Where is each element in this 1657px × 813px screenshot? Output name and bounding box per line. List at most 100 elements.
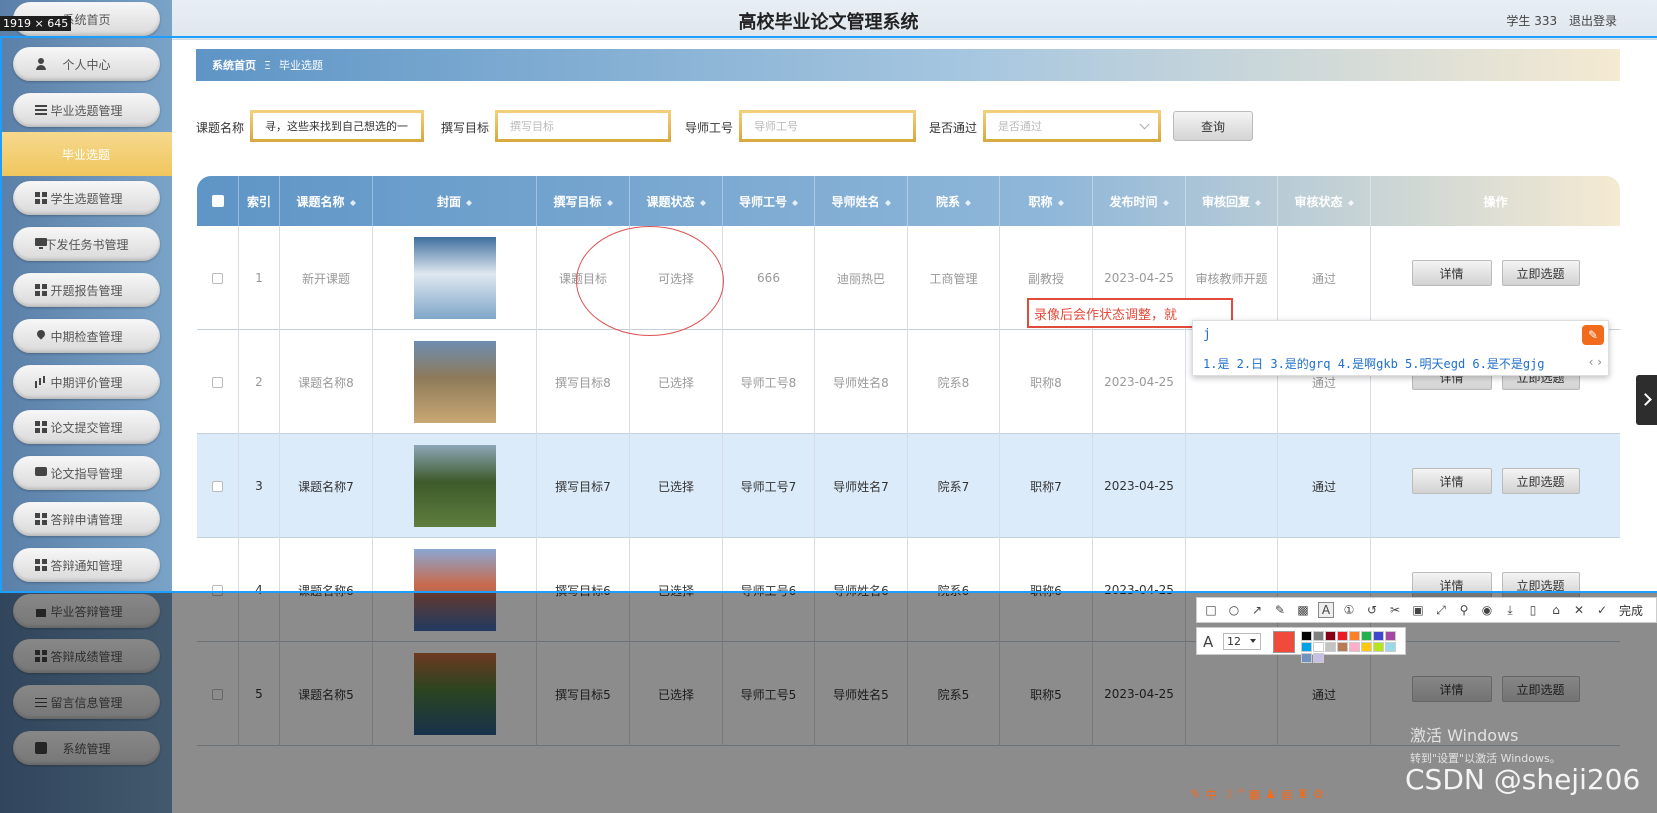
cover-image[interactable] (413, 653, 496, 735)
sort-icon[interactable] (965, 197, 971, 206)
color-swatch[interactable] (1349, 642, 1360, 652)
col-cover[interactable]: 封面 (373, 176, 537, 226)
color-swatch[interactable] (1361, 631, 1372, 641)
color-swatch[interactable] (1385, 631, 1396, 641)
color-swatch[interactable] (1313, 631, 1324, 641)
phone-icon[interactable]: ▯ (1525, 602, 1541, 618)
sidebar-item-student-topic[interactable]: 学生选题管理 (13, 181, 160, 215)
title-input[interactable]: 寻，这些来找到自己想选的一 (250, 110, 424, 142)
col-reply[interactable]: 审核回复 (1186, 176, 1278, 226)
sidebar-item-messages[interactable]: 留言信息管理 (13, 685, 160, 719)
sort-icon[interactable] (1057, 197, 1064, 206)
sort-icon[interactable] (792, 197, 798, 206)
sort-icon[interactable] (699, 197, 706, 206)
text-tool-icon[interactable]: A (1318, 602, 1334, 618)
color-swatch[interactable] (1313, 653, 1324, 663)
row-checkbox[interactable] (212, 376, 223, 388)
select-all-checkbox[interactable] (197, 176, 239, 226)
ellipse-tool-icon[interactable]: ○ (1226, 602, 1242, 618)
arrow-tool-icon[interactable]: ↗ (1249, 602, 1265, 618)
table-row[interactable]: 4课题名称6 撰写目标6已选择导师工号6导师姓名6院系6职称62023-04-25… (197, 538, 1620, 642)
rectangle-tool-icon[interactable]: □ (1203, 602, 1219, 618)
sidebar-item-paper-guide[interactable]: 论文指导管理 (13, 456, 160, 490)
color-swatch[interactable] (1301, 653, 1312, 663)
cover-image[interactable] (413, 237, 496, 319)
color-swatch[interactable] (1385, 642, 1396, 652)
col-tutor-name[interactable]: 导师姓名 (815, 176, 908, 226)
detail-button[interactable]: 详情 (1411, 676, 1492, 702)
pen-tool-icon[interactable]: ✎ (1272, 602, 1288, 618)
mosaic-tool-icon[interactable]: ▩ (1295, 602, 1311, 618)
col-date[interactable]: 发布时间 (1093, 176, 1186, 226)
undo-icon[interactable]: ↺ (1364, 602, 1380, 618)
font-size-select[interactable]: 12 (1223, 633, 1261, 650)
cover-image[interactable] (413, 445, 496, 527)
keyboard-icon[interactable]: ▦ (1249, 787, 1260, 801)
col-audit[interactable]: 审核状态 (1278, 176, 1371, 226)
color-swatch[interactable] (1373, 642, 1384, 652)
number-tool-icon[interactable]: ① (1341, 602, 1357, 618)
pick-topic-button[interactable]: 立即选题 (1501, 572, 1580, 598)
detail-button[interactable]: 详情 (1411, 260, 1492, 286)
query-button[interactable]: 查询 (1173, 111, 1253, 141)
color-swatch[interactable] (1361, 642, 1372, 652)
current-color-swatch[interactable] (1273, 631, 1295, 653)
shirt-icon[interactable]: ♜ (1297, 787, 1308, 801)
punctuation-icon[interactable]: ° (1238, 787, 1244, 801)
expand-icon[interactable]: ⤢ (1433, 602, 1449, 618)
close-icon[interactable]: ✕ (1571, 602, 1587, 618)
sidebar-item-proposal[interactable]: 开题报告管理 (13, 273, 160, 307)
pass-select[interactable]: 是否通过 (983, 110, 1161, 142)
sidebar-item-defense-score[interactable]: 答辩成绩管理 (13, 639, 160, 673)
toolbox-icon[interactable]: ▤ (1281, 787, 1292, 801)
color-swatch[interactable] (1301, 642, 1312, 652)
breadcrumb-home[interactable]: 系统首页 (212, 57, 256, 73)
sidebar-item-task-book[interactable]: 下发任务书管理 (13, 227, 160, 261)
col-tutor-id[interactable]: 导师工号 (723, 176, 815, 226)
tutor-input[interactable]: 导师工号 (739, 110, 916, 142)
color-swatch[interactable] (1325, 642, 1336, 652)
cover-image[interactable] (413, 549, 496, 631)
table-row[interactable]: 3 课题名称7 撰写目标7 已选择 导师工号7 导师姓名7 院系7 职称7 2023-04-25… (197, 434, 1620, 538)
download-icon[interactable]: ⤓ (1502, 602, 1518, 618)
pin-screenshot-icon[interactable]: ⚲ (1456, 602, 1472, 618)
ime-logo-icon[interactable]: ✎ (1190, 787, 1200, 801)
user-icon[interactable]: ♟ (1265, 787, 1276, 801)
color-swatch[interactable] (1313, 642, 1324, 652)
color-swatch[interactable] (1373, 631, 1384, 641)
color-swatch[interactable] (1301, 631, 1312, 641)
table-row[interactable]: 1 新开课题 课题目标 可选择 666 迪丽热巴 工商管理 副教授 2023-04-25 审核教师… (197, 226, 1620, 330)
row-checkbox[interactable] (212, 688, 223, 700)
sort-icon[interactable] (466, 197, 472, 206)
color-swatch[interactable] (1325, 631, 1336, 641)
sort-icon[interactable] (884, 197, 891, 206)
sidebar-subitem-topics[interactable]: 毕业选题 (0, 132, 172, 176)
sidebar-item-defense-apply[interactable]: 答辩申请管理 (13, 502, 160, 536)
scissors-icon[interactable]: ✂ (1387, 602, 1403, 618)
detail-button[interactable]: 详情 (1411, 468, 1492, 494)
moon-icon[interactable]: ☽ (1222, 787, 1233, 801)
detail-button[interactable]: 详情 (1411, 572, 1492, 598)
check-icon[interactable]: ✓ (1594, 602, 1610, 618)
logout-link[interactable]: 退出登录 (1569, 14, 1617, 28)
table-row[interactable]: 5 课题名称5 撰写目标5 已选择 导师工号5 导师姓名5 院系5 职称5 2023-04-25… (197, 642, 1620, 746)
cover-image[interactable] (413, 341, 496, 423)
expand-side-panel-button[interactable] (1636, 375, 1657, 425)
sidebar-item-profile[interactable]: 个人中心 (13, 47, 160, 81)
sidebar-item-topic-mgmt[interactable]: 毕业选题管理 (13, 93, 160, 127)
sidebar-item-defense[interactable]: 毕业答辩管理 (13, 594, 160, 628)
pick-topic-button[interactable]: 立即选题 (1501, 260, 1580, 286)
sort-icon[interactable] (1347, 197, 1354, 206)
pick-topic-button[interactable]: 立即选题 (1501, 468, 1580, 494)
chinese-mode-icon[interactable]: 中 (1205, 786, 1217, 803)
sort-icon[interactable] (606, 197, 613, 206)
col-goal[interactable]: 撰写目标 (537, 176, 630, 226)
sidebar-item-midterm-eval[interactable]: 中期评价管理 (13, 365, 160, 399)
sidebar-item-midterm-check[interactable]: 中期检查管理 (13, 319, 160, 353)
record-icon[interactable]: ◉ (1479, 602, 1495, 618)
row-checkbox[interactable] (212, 480, 223, 492)
done-button[interactable]: 完成 (1619, 602, 1643, 619)
col-dept[interactable]: 院系 (908, 176, 1000, 226)
bookmark-icon[interactable]: ⌂ (1548, 602, 1564, 618)
color-swatch[interactable] (1349, 631, 1360, 641)
